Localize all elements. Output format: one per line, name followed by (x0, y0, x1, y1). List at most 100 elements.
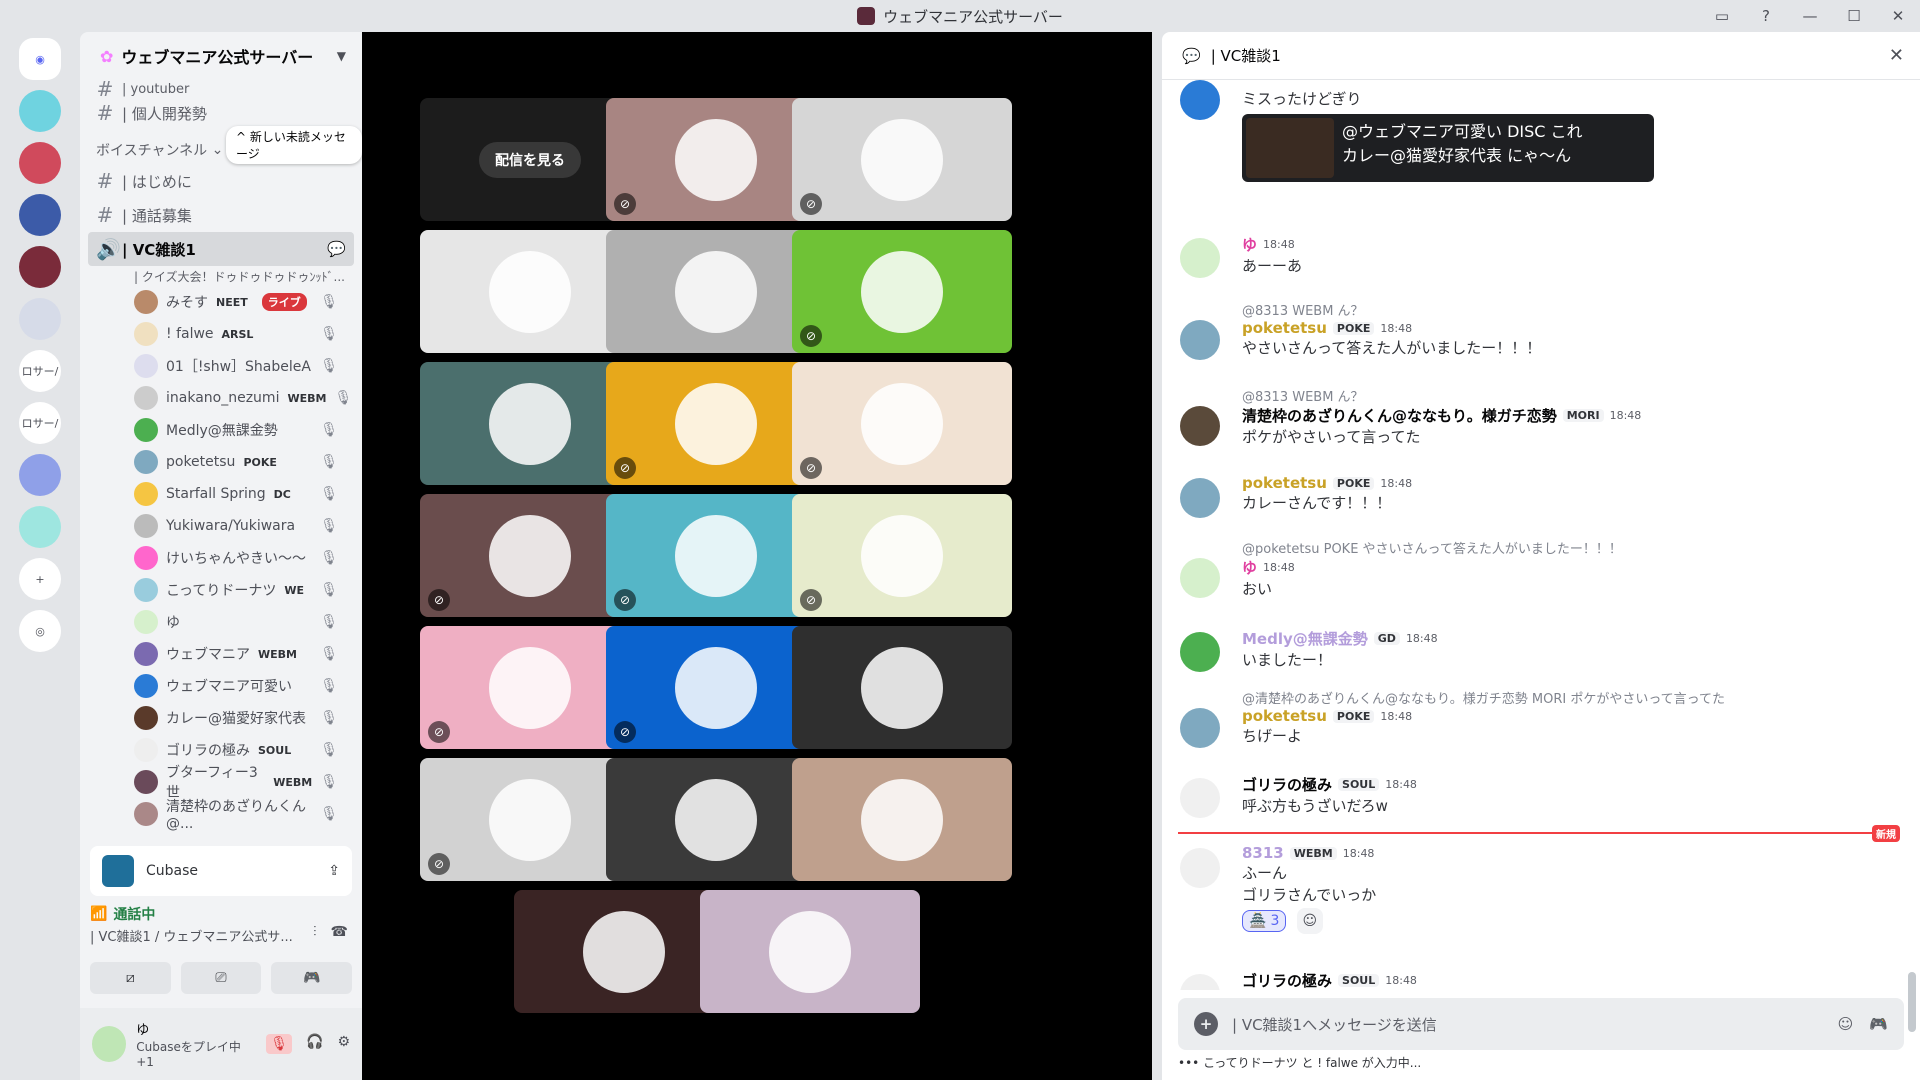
avatar[interactable] (1180, 632, 1220, 672)
channel-dev[interactable]: # | 個人開発勢 (88, 98, 354, 128)
channel-call-recruit[interactable]: # | 通話募集 (88, 198, 354, 232)
activity-button[interactable]: 🎮 (271, 962, 353, 994)
avatar[interactable] (1180, 778, 1220, 818)
participant-tile[interactable]: ⊘ (792, 494, 1012, 617)
cubase-logo (102, 855, 134, 887)
inbox-icon[interactable]: ▭ (1700, 0, 1744, 32)
headphones-icon[interactable]: 🎧 (306, 1034, 323, 1054)
participant-tile[interactable]: ⊘ (792, 230, 1012, 353)
avatar[interactable] (1180, 406, 1220, 446)
voice-user[interactable]: みそす NEET ライブ 🎙 (88, 286, 354, 318)
timestamp: 18:48 (1380, 709, 1413, 723)
gamepad-icon[interactable]: 🎮 (1869, 1015, 1888, 1033)
server-icon-active[interactable] (19, 246, 61, 288)
author-name[interactable]: poketetsu (1242, 474, 1327, 492)
participant-tile[interactable] (792, 758, 1012, 881)
help-icon[interactable]: ? (1744, 0, 1788, 32)
minimize-button[interactable]: — (1788, 0, 1832, 32)
maximize-button[interactable]: ☐ (1832, 0, 1876, 32)
message-composer[interactable]: + | VC雑談1へメッセージを送信 ☺ 🎮 (1178, 998, 1904, 1050)
activity-card[interactable]: Cubase ⇪ (90, 846, 352, 896)
author-name[interactable]: ゆ (1242, 234, 1257, 255)
mic-muted-icon[interactable]: 🎙 (266, 1034, 292, 1054)
participant-tile[interactable]: ⊘ (792, 98, 1012, 221)
avatar[interactable] (1180, 848, 1220, 888)
watch-stream-button[interactable]: 配信を見る (479, 141, 581, 178)
avatar[interactable] (1180, 708, 1220, 748)
voice-user[interactable]: ブターフィー3世 WEBM 🎙 (88, 765, 354, 801)
share-screen-button[interactable]: ⎚ (180, 962, 262, 994)
chat-scrollbar[interactable] (1908, 972, 1916, 1032)
server-folder-1[interactable]: ロサー/ (19, 350, 61, 392)
voice-user[interactable]: ゆ 🎙 (88, 606, 354, 638)
reply-preview[interactable]: @8313 WEBM ん？ (1242, 386, 1900, 405)
participant-tile[interactable] (792, 626, 1012, 749)
avatar[interactable] (1180, 974, 1220, 990)
avatar[interactable] (1180, 320, 1220, 360)
attach-plus-icon[interactable]: + (1194, 1012, 1218, 1036)
new-messages-label: 新しい未読メッセージ (236, 130, 346, 161)
server-icon-5[interactable] (19, 298, 61, 340)
server-icon-6[interactable] (19, 454, 61, 496)
author-name[interactable]: 8313 (1242, 844, 1284, 862)
close-icon[interactable]: ✕ (1889, 45, 1904, 66)
author-name[interactable]: poketetsu (1242, 707, 1327, 725)
reply-preview[interactable]: @poketetsu POKE やさいさんって答えた人がいましたー！！！ (1242, 538, 1900, 557)
avatar[interactable] (92, 1026, 127, 1062)
reaction-chip[interactable]: 🏯 3 (1242, 910, 1287, 932)
avatar[interactable] (1180, 80, 1220, 120)
voice-user[interactable]: inakano_nezumi WEBM 🎙 (88, 382, 354, 414)
author-name[interactable]: ゴリラの極み (1242, 774, 1332, 795)
author-name[interactable]: Medly@無課金勢 (1242, 628, 1368, 649)
reply-preview[interactable]: @清楚枠のあざりんくん@ななもり。様ガチ恋勢 MORI ポケがやさいって言ってた (1242, 688, 1900, 707)
server-icon-1[interactable] (19, 90, 61, 132)
voice-user[interactable]: ウェブマニア可愛い 🎙 (88, 670, 354, 702)
add-reaction-icon[interactable]: ☺ (1296, 908, 1323, 934)
noise-suppression-icon[interactable]: ⫶ (313, 924, 317, 940)
voice-user[interactable]: 清楚枠のあざりんくん@... 🎙 (88, 798, 354, 832)
reply-preview[interactable]: @8313 WEBM ん？ (1242, 300, 1900, 319)
home-discord-icon[interactable]: ◉ (19, 38, 61, 80)
voice-channel-vc1[interactable]: 🔊 | VC雑談1 💬 (88, 232, 354, 266)
timestamp: 18:48 (1263, 561, 1295, 574)
add-server-icon[interactable]: + (19, 558, 61, 600)
author-name[interactable]: ゆ (1242, 557, 1257, 578)
camera-off-button[interactable]: ⧄ (90, 962, 171, 994)
disconnect-icon[interactable]: ☎ (331, 924, 348, 940)
close-window-button[interactable]: ✕ (1876, 0, 1920, 32)
avatar[interactable] (1180, 238, 1220, 278)
voice-user[interactable]: ! falwe ARSL 🎙 (88, 318, 354, 350)
emoji-icon[interactable]: ☺ (1838, 1015, 1854, 1033)
voice-user[interactable]: poketetsu POKE 🎙 (88, 446, 354, 478)
author-name[interactable]: 清楚枠のあざりんくん@ななもり。様ガチ恋勢 (1242, 405, 1557, 426)
server-header[interactable]: ✿ ウェブマニア公式サーバー ▼ (80, 32, 362, 80)
voice-user[interactable]: ウェブマニア WEBM 🎙 (88, 638, 354, 670)
server-icon-7[interactable] (19, 506, 61, 548)
server-icon-3[interactable] (19, 194, 61, 236)
new-messages-pill[interactable]: ^ 新しい未読メッセージ (226, 126, 362, 164)
avatar[interactable] (1180, 478, 1220, 518)
author-name[interactable]: poketetsu (1242, 319, 1327, 337)
voice-user[interactable]: カレー@猫愛好家代表 🎙 (88, 702, 354, 734)
chat-icon[interactable]: 💬 (327, 240, 346, 258)
voice-user[interactable]: Yukiwara/Yukiwara 🎙 (88, 510, 354, 542)
avatar[interactable] (1180, 558, 1220, 598)
stream-icon[interactable]: ⇪ (328, 863, 340, 879)
message-embed[interactable]: @ウェブマニア可愛い DISC これ カレー@猫愛好家代表 にゃ〜ん (1242, 114, 1654, 182)
participant-tile[interactable]: ⊘ (792, 362, 1012, 485)
voice-user[interactable]: けいちゃんやきい〜〜 🎙 (88, 542, 354, 574)
server-icon-2[interactable] (19, 142, 61, 184)
participant-tile[interactable] (700, 890, 920, 1013)
mic-muted-icon: 🎙 (320, 294, 338, 310)
server-folder-2[interactable]: ロサー/ (19, 402, 61, 444)
composer-placeholder[interactable]: | VC雑談1へメッセージを送信 (1232, 1014, 1437, 1035)
channel-youtuber[interactable]: # | youtuber (88, 77, 354, 101)
author-name[interactable]: ゴリラの極み (1242, 970, 1332, 990)
voice-user[interactable]: Medly@無課金勢 🎙 (88, 414, 354, 446)
discover-icon[interactable]: ◎ (19, 610, 61, 652)
channel-welcome[interactable]: # | はじめに (88, 164, 354, 198)
voice-user[interactable]: 01［!shw］ShabeleA 🎙 (88, 350, 354, 382)
voice-user[interactable]: Starfall Spring DC 🎙 (88, 478, 354, 510)
voice-user[interactable]: こってりドーナツ WE 🎙 (88, 574, 354, 606)
settings-gear-icon[interactable]: ⚙ (337, 1034, 350, 1054)
